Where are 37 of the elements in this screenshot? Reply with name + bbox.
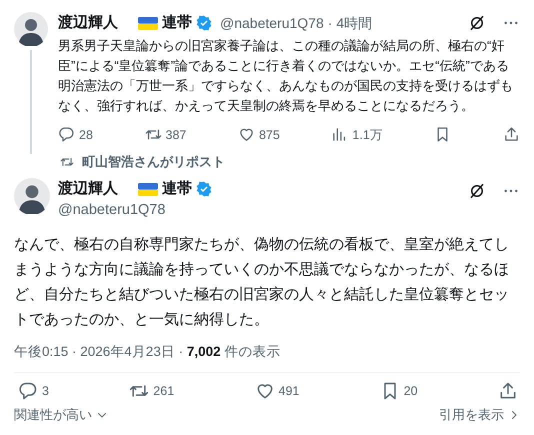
share-icon[interactable] [498, 381, 518, 402]
handle[interactable]: @nabeteru1Q78 [220, 12, 324, 34]
slashed-circle-icon[interactable] [468, 14, 486, 32]
reply-icon [58, 126, 75, 144]
display-name-label[interactable]: 連帯 [162, 178, 192, 200]
avatar-icon [14, 12, 48, 46]
flag-icon [138, 182, 158, 196]
post-text: なんで、極右の自称専門家たちが、偽物の伝統の看板で、皇室が絶えてしまうような方向に議論を持っていくのか不思議でならなかったが、なるほど、自分たちと結びついた極右の旧宮家の人々と結託した皇位簒奪とセットであったのか、と一気に納得した。 [13, 235, 510, 330]
slashed-circle-icon[interactable] [468, 182, 486, 200]
author-name[interactable]: 渡辺輝人 [58, 12, 118, 34]
repost-button[interactable]: 387 [144, 126, 186, 144]
reply-button[interactable]: 3 [18, 381, 49, 402]
repost-banner[interactable]: 町山智浩さんがリポスト [82, 152, 225, 172]
heart-icon [254, 381, 274, 402]
post-text: 男系男子天皇論からの旧宮家養子論は、この種の議論が結局の所、極右の“奸臣”による“皇位簒奪”論であることに行き着くのではないか。エセ“伝統”である明治憲法の「万世一系」ですらなく、あんなものが国民の支持を受けるはずもなく、強行すれば、かえって天皇制の終焉を早めることになるだろう。 [58, 36, 514, 114]
views-label: 件の表示 [223, 343, 280, 361]
separator-dot: · [328, 14, 332, 33]
reply-button[interactable]: 28 [58, 126, 93, 144]
author-name[interactable]: 渡辺輝人 [58, 178, 118, 200]
bar-chart-button[interactable]: 1.1万 [331, 126, 383, 144]
heart-icon [238, 126, 255, 144]
post-time[interactable]: 4時間 [336, 12, 372, 34]
repost-icon [60, 155, 74, 169]
reply-icon [18, 381, 38, 402]
display-name-label[interactable]: 連帯 [162, 12, 192, 34]
view-quotes-link[interactable]: 引用を表示 [439, 405, 520, 425]
share-icon[interactable] [502, 126, 520, 144]
flag-icon [138, 16, 158, 30]
avatar-icon [14, 178, 50, 214]
repost-button[interactable]: 261 [129, 381, 174, 402]
heart-button[interactable]: 875 [238, 126, 280, 144]
post-timestamp[interactable]: 午後0:15 · 2026年4月23日 · [14, 342, 187, 362]
handle[interactable]: @nabeteru1Q78 [58, 200, 460, 222]
bookmark-button[interactable]: 20 [380, 381, 418, 402]
heart-button[interactable]: 491 [254, 381, 300, 402]
view-count: 7,002 [186, 343, 221, 361]
sort-dropdown[interactable]: 関連性が高い [14, 405, 108, 425]
